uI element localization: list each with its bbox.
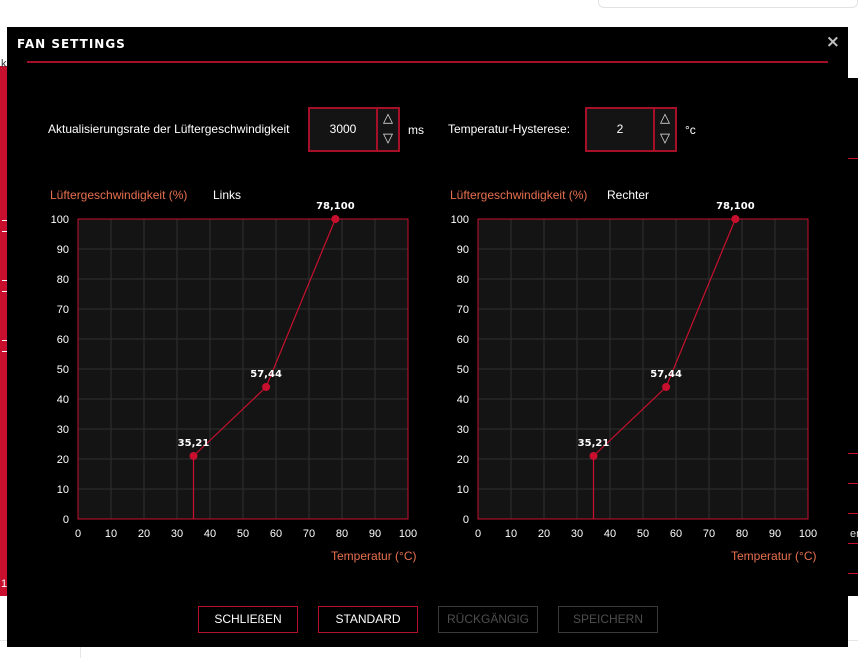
curve-point[interactable] bbox=[662, 383, 671, 391]
update-rate-stepper: 3000 △ ▽ bbox=[308, 107, 400, 152]
default-button[interactable]: STANDARD bbox=[318, 606, 418, 633]
x-tick-label: 60 bbox=[670, 528, 682, 540]
y-tick-label: 30 bbox=[457, 424, 469, 436]
y-tick-label: 70 bbox=[457, 304, 469, 316]
y-tick-label: 100 bbox=[451, 214, 469, 226]
x-tick-label: 80 bbox=[736, 528, 748, 540]
y-tick-label: 50 bbox=[57, 364, 69, 376]
y-tick-label: 60 bbox=[457, 334, 469, 346]
x-tick-label: 10 bbox=[105, 528, 117, 540]
x-tick-label: 50 bbox=[237, 528, 249, 540]
close-icon[interactable]: × bbox=[826, 32, 840, 52]
x-tick-label: 0 bbox=[475, 528, 481, 540]
point-label: 78,100 bbox=[716, 201, 755, 212]
hysteresis-unit: °c bbox=[685, 123, 696, 137]
right-chart-xlabel: Temperatur (°C) bbox=[731, 549, 817, 563]
right-fan-curve-chart[interactable]: 0 10 20 30 40 50 60 70 80 90 100 0 10 20 30 40 50 60 70 80 9… bbox=[438, 201, 818, 545]
undo-button[interactable]: RÜCKGÄNGIG bbox=[438, 606, 538, 633]
update-rate-stepper-buttons: △ ▽ bbox=[376, 109, 398, 150]
x-tick-label: 50 bbox=[637, 528, 649, 540]
fan-settings-dialog: FAN SETTINGS × Aktualisierungsrate der L… bbox=[7, 27, 848, 647]
x-tick-label: 80 bbox=[336, 528, 348, 540]
y-tick-label: 10 bbox=[457, 484, 469, 496]
background-card bbox=[598, 0, 858, 8]
x-tick-label: 30 bbox=[171, 528, 183, 540]
update-rate-input[interactable]: 3000 bbox=[310, 109, 376, 150]
increment-icon[interactable]: △ bbox=[655, 109, 675, 129]
curve-point[interactable] bbox=[189, 452, 198, 460]
y-tick-label: 30 bbox=[57, 424, 69, 436]
y-tick-label: 0 bbox=[63, 514, 69, 526]
x-tick-label: 20 bbox=[538, 528, 550, 540]
x-tick-label: 20 bbox=[138, 528, 150, 540]
x-tick-label: 40 bbox=[204, 528, 216, 540]
y-tick-label: 10 bbox=[57, 484, 69, 496]
x-tick-label: 0 bbox=[75, 528, 81, 540]
increment-icon[interactable]: △ bbox=[378, 109, 398, 129]
close-button[interactable]: SCHLIEßEN bbox=[198, 606, 298, 633]
point-label: 35,21 bbox=[178, 438, 210, 449]
curve-point[interactable] bbox=[589, 452, 598, 460]
x-tick-label: 10 bbox=[505, 528, 517, 540]
left-fan-curve-chart[interactable]: 0 10 20 30 40 50 60 70 80 90 100 0 10 20 30 40 50 60 70 80 9… bbox=[38, 201, 418, 545]
x-tick-label: 100 bbox=[399, 528, 417, 540]
dialog-title: FAN SETTINGS bbox=[17, 37, 126, 51]
update-rate-unit: ms bbox=[408, 123, 424, 137]
y-tick-label: 40 bbox=[457, 394, 469, 406]
save-button[interactable]: SPEICHERN bbox=[558, 606, 658, 633]
left-chart-side-label: Links bbox=[213, 188, 242, 202]
hysteresis-stepper-buttons: △ ▽ bbox=[653, 109, 675, 150]
hysteresis-label: Temperatur-Hysterese: bbox=[448, 122, 571, 136]
x-tick-label: 90 bbox=[369, 528, 381, 540]
update-rate-label: Aktualisierungsrate der Lüftergeschwindi… bbox=[48, 122, 290, 136]
y-tick-label: 20 bbox=[457, 454, 469, 466]
y-tick-label: 80 bbox=[457, 274, 469, 286]
hysteresis-stepper: 2 △ ▽ bbox=[585, 107, 677, 152]
x-tick-label: 40 bbox=[604, 528, 616, 540]
point-label: 57,44 bbox=[250, 369, 282, 380]
decrement-icon[interactable]: ▽ bbox=[378, 129, 398, 149]
x-tick-label: 30 bbox=[571, 528, 583, 540]
curve-point[interactable] bbox=[731, 215, 740, 223]
hysteresis-input[interactable]: 2 bbox=[587, 109, 653, 150]
curve-point[interactable] bbox=[262, 383, 271, 391]
y-tick-label: 0 bbox=[463, 514, 469, 526]
right-chart-ylabel: Lüftergeschwindigkeit (%) bbox=[450, 188, 588, 202]
y-tick-label: 80 bbox=[57, 274, 69, 286]
background-text: er bbox=[850, 528, 858, 540]
point-label: 57,44 bbox=[650, 369, 682, 380]
x-tick-label: 70 bbox=[703, 528, 715, 540]
y-tick-label: 50 bbox=[457, 364, 469, 376]
y-tick-label: 20 bbox=[57, 454, 69, 466]
x-tick-label: 60 bbox=[270, 528, 282, 540]
screen: ke 1 er FAN SETTINGS × Aktualisierungsra… bbox=[0, 0, 858, 658]
background-right-panel bbox=[848, 78, 858, 596]
left-chart-xlabel: Temperatur (°C) bbox=[331, 549, 417, 563]
title-divider bbox=[27, 61, 828, 63]
right-chart-side-label: Rechter bbox=[607, 188, 650, 202]
y-tick-label: 90 bbox=[57, 244, 69, 256]
y-tick-label: 90 bbox=[457, 244, 469, 256]
point-label: 35,21 bbox=[578, 438, 610, 449]
y-tick-label: 60 bbox=[57, 334, 69, 346]
y-tick-label: 100 bbox=[51, 214, 69, 226]
decrement-icon[interactable]: ▽ bbox=[655, 129, 675, 149]
x-tick-label: 100 bbox=[799, 528, 817, 540]
curve-point[interactable] bbox=[331, 215, 340, 223]
y-tick-label: 40 bbox=[57, 394, 69, 406]
left-chart-ylabel: Lüftergeschwindigkeit (%) bbox=[50, 188, 188, 202]
x-tick-label: 90 bbox=[769, 528, 781, 540]
point-label: 78,100 bbox=[316, 201, 355, 212]
y-tick-label: 70 bbox=[57, 304, 69, 316]
x-tick-label: 70 bbox=[303, 528, 315, 540]
